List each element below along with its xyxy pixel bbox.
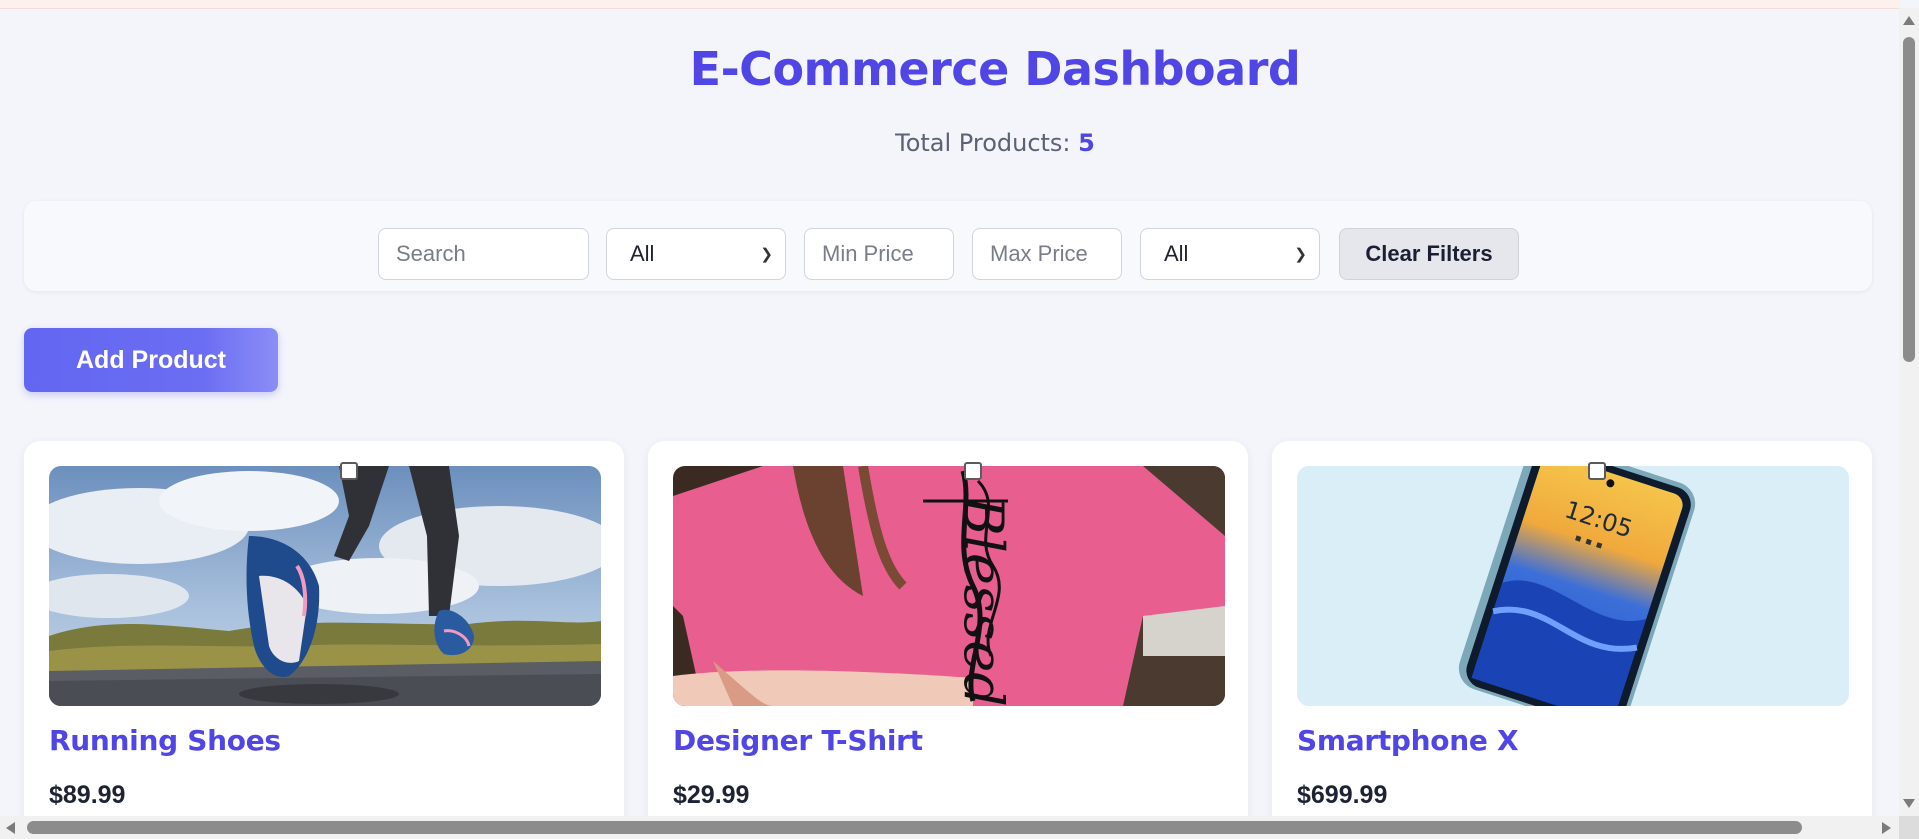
scroll-left-arrow-icon[interactable] [6, 822, 15, 834]
max-price-input[interactable] [972, 228, 1122, 280]
product-price: $89.99 [49, 781, 126, 809]
category-select-value: All [630, 241, 655, 266]
select-checkbox[interactable] [964, 462, 982, 480]
running-shoes-image [49, 466, 601, 706]
status-select-value: All [1164, 241, 1189, 266]
vertical-scrollbar[interactable] [1899, 8, 1919, 816]
product-name[interactable]: Running Shoes [49, 724, 281, 757]
vertical-scrollbar-thumb[interactable] [1903, 37, 1915, 362]
horizontal-scrollbar[interactable] [0, 816, 1899, 839]
total-products-label: Total Products: [895, 129, 1071, 157]
scroll-up-arrow-icon[interactable] [1903, 16, 1915, 25]
chevron-down-icon: ❯ [760, 246, 773, 263]
product-card-smartphone-x[interactable]: 12:05 Smartphone X $699.99 [1272, 441, 1872, 816]
filter-bar: All ❯ All ❯ Clear Filters [24, 201, 1872, 291]
product-name[interactable]: Designer T-Shirt [673, 724, 923, 757]
product-card-running-shoes[interactable]: Running Shoes $89.99 [24, 441, 624, 816]
page-viewport: E-Commerce Dashboard Total Products: 5 A… [0, 8, 1898, 816]
clear-filters-button[interactable]: Clear Filters [1339, 228, 1519, 280]
smartphone-x-image: 12:05 [1297, 466, 1849, 706]
scroll-right-arrow-icon[interactable] [1882, 822, 1891, 834]
total-products-count: 5 [1078, 129, 1095, 157]
product-card-designer-t-shirt[interactable]: Blessed Designer T-Shirt $29.99 [648, 441, 1248, 816]
total-products: Total Products: 5 [0, 129, 1898, 157]
designer-t-shirt-image: Blessed [673, 466, 1225, 706]
pink-tshirt-photo: Blessed [673, 466, 1225, 706]
chevron-down-icon: ❯ [1294, 246, 1307, 263]
product-price: $29.99 [673, 781, 750, 809]
category-select[interactable]: All ❯ [606, 228, 786, 280]
min-price-input[interactable] [804, 228, 954, 280]
product-name[interactable]: Smartphone X [1297, 724, 1519, 757]
smartphone-photo: 12:05 [1297, 466, 1849, 706]
scroll-down-arrow-icon[interactable] [1903, 799, 1915, 808]
search-input[interactable] [378, 228, 589, 280]
add-product-button[interactable]: Add Product [24, 328, 278, 392]
horizontal-scrollbar-thumb[interactable] [27, 821, 1802, 834]
tshirt-print-text: Blessed [952, 495, 1015, 706]
running-shoes-photo [49, 466, 601, 706]
scrollbar-corner [1899, 816, 1919, 839]
page-title: E-Commerce Dashboard [689, 42, 1301, 96]
select-checkbox[interactable] [340, 462, 358, 480]
status-select[interactable]: All ❯ [1140, 228, 1320, 280]
product-price: $699.99 [1297, 781, 1388, 809]
select-checkbox[interactable] [1588, 462, 1606, 480]
